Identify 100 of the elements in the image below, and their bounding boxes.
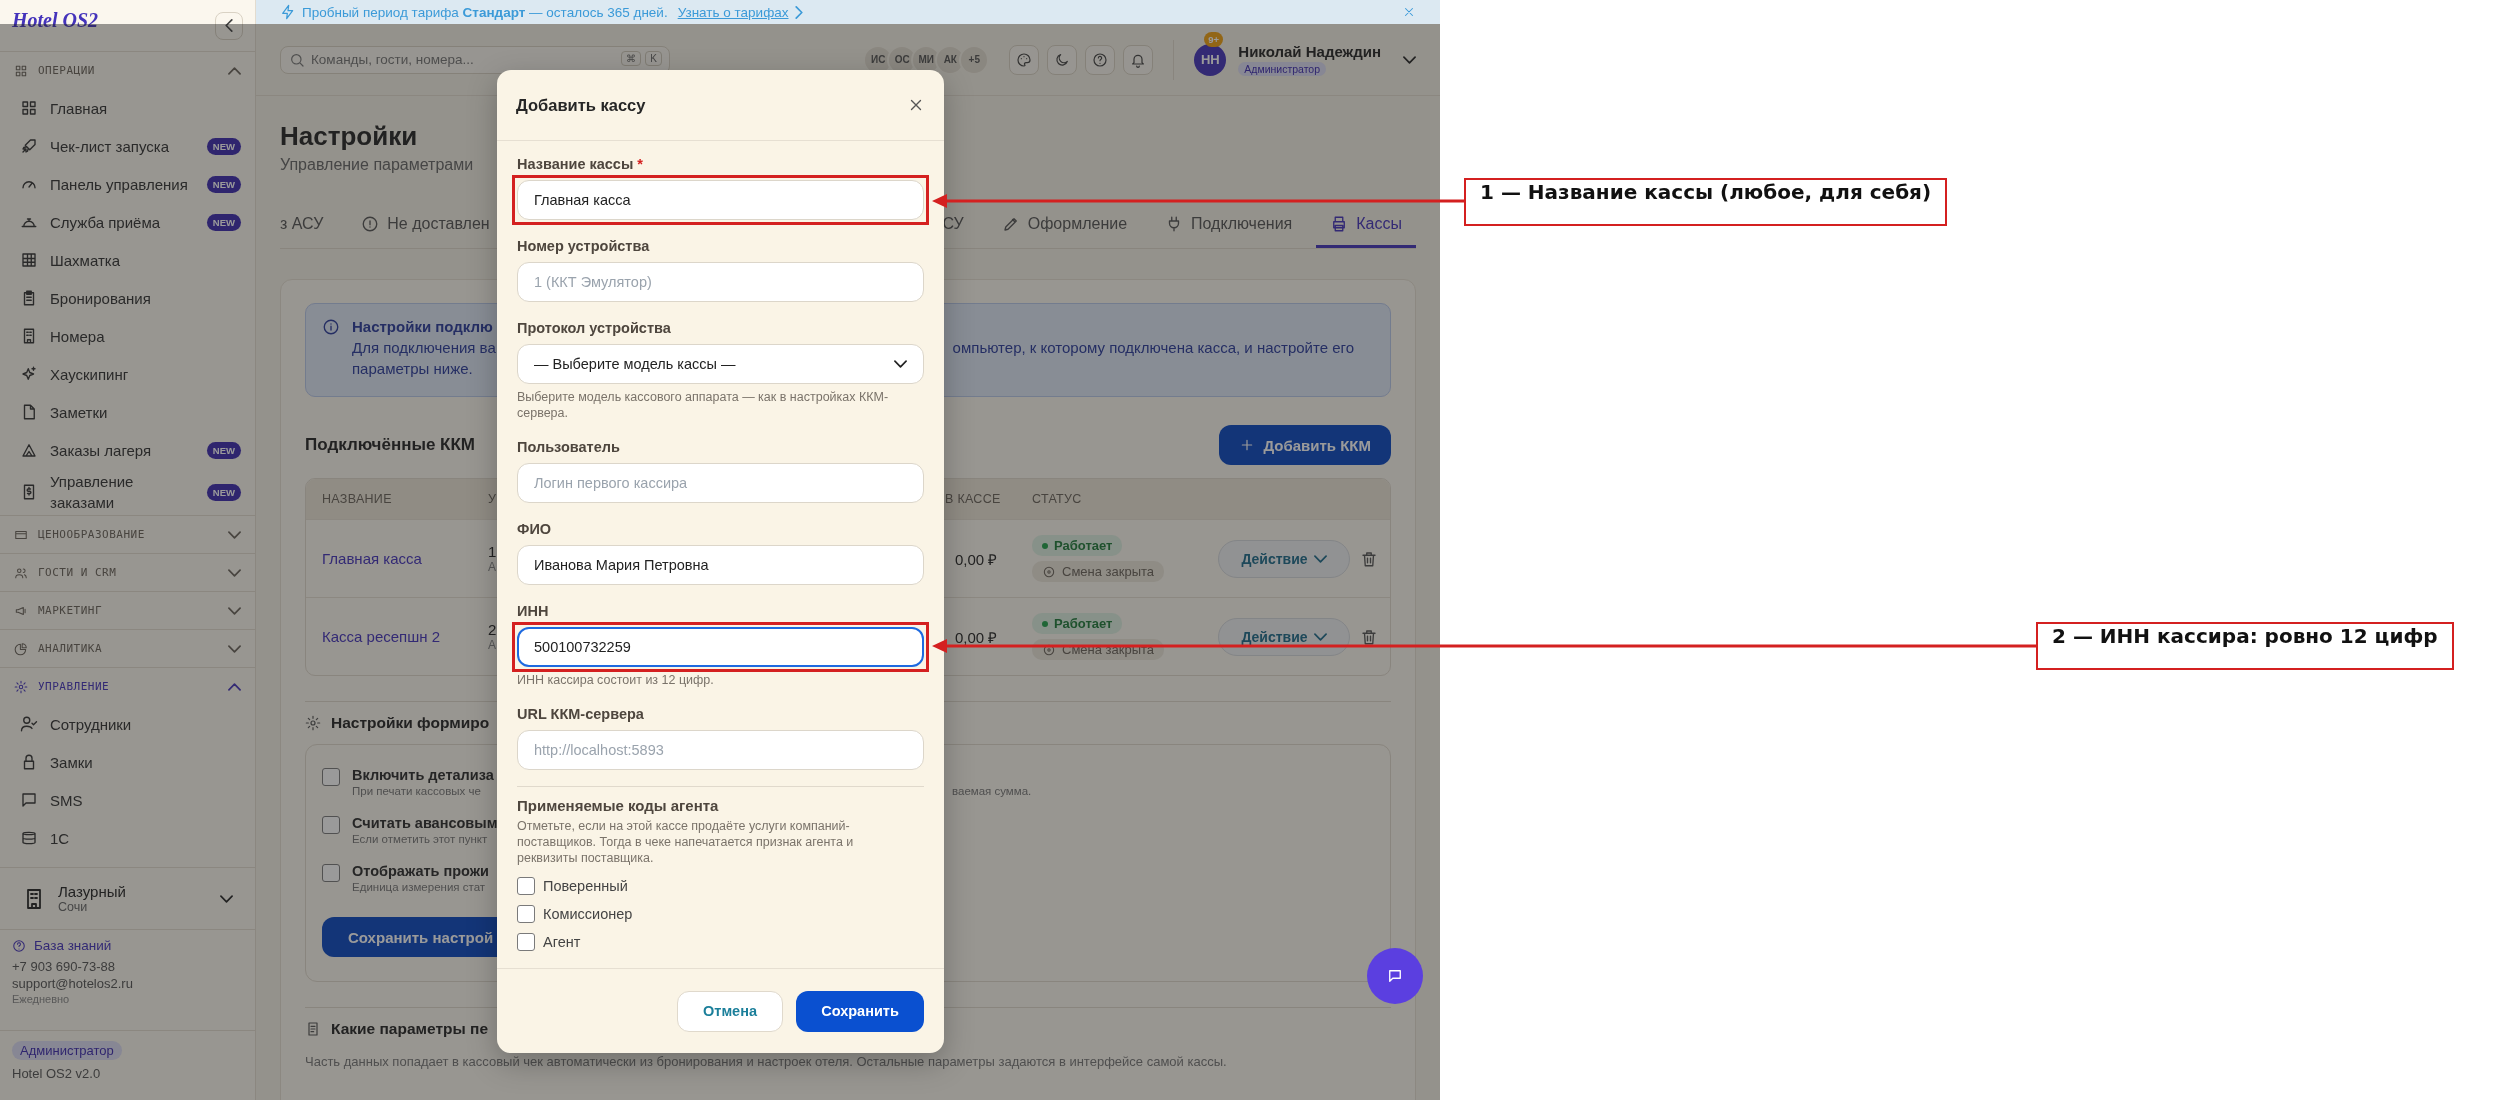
checkbox[interactable] — [517, 933, 535, 951]
column-header: НАЗВАНИЕ — [322, 492, 393, 506]
sidebar-item[interactable]: Сотрудники — [0, 705, 255, 743]
tab[interactable]: Не доставлен — [347, 202, 504, 248]
table-icon — [20, 251, 38, 269]
checkbox[interactable] — [322, 864, 340, 882]
sidebar-item[interactable]: Хаускипинг — [0, 355, 255, 393]
sidebar-item[interactable]: Заметки — [0, 393, 255, 431]
user-avatar[interactable]: НН — [1194, 43, 1227, 76]
column-header: У — [488, 492, 498, 506]
section-description: Отметьте, если на этой кассе продаёте услуги компаний-поставщиков. Тогда в чеке напечатается признак агента и реквизиты поставщика. — [517, 818, 855, 866]
sidebar-item[interactable]: Служба приёма NEW — [0, 203, 255, 241]
sidebar-item[interactable]: 1С — [0, 819, 255, 857]
checkbox[interactable] — [322, 816, 340, 834]
option-hint: ваемая сумма. — [952, 785, 1032, 797]
keyboard-key: K — [645, 50, 662, 66]
palette-icon — [1016, 51, 1033, 68]
tab[interactable]: Кассы — [1316, 202, 1416, 248]
chevron-right-icon — [794, 5, 803, 19]
section-heading: Какие параметры пе — [331, 1020, 489, 1038]
chevron-down-icon — [228, 644, 241, 653]
checkbox[interactable] — [322, 768, 340, 786]
tab[interactable]: з АСУ — [280, 202, 338, 248]
action-dropdown[interactable]: Действие — [1218, 539, 1350, 578]
collapse-button[interactable] — [215, 11, 243, 40]
hotel-selector[interactable]: Лазурный Сочи — [0, 867, 255, 929]
field-label: URL ККМ-сервера — [517, 706, 644, 723]
sidebar-item[interactable]: SMS — [0, 781, 255, 819]
knowledge-base-link[interactable]: База знаний — [12, 938, 112, 953]
chevron-down-icon — [228, 530, 241, 539]
table-cell-text: 0,00 ₽ — [954, 549, 999, 569]
pricing-link[interactable]: Узнать о тарифах — [677, 4, 789, 20]
section-header[interactable]: ЦЕНООБРАЗОВАНИЕ — [0, 516, 255, 553]
tab[interactable]: Оформление — [987, 202, 1142, 248]
sidebar-item[interactable]: Панель управления NEW — [0, 165, 255, 203]
help-icon — [12, 938, 26, 953]
section-heading: Подключённые ККМ — [305, 435, 476, 455]
save-button[interactable]: Сохранить — [796, 990, 924, 1032]
dialog-title: Добавить кассу — [516, 95, 646, 115]
section-header[interactable]: АНАЛИТИКА — [0, 630, 255, 667]
sidebar-item[interactable]: Шахматка — [0, 241, 255, 279]
info-icon — [322, 318, 340, 336]
section-header[interactable]: ГОСТИ И CRM — [0, 554, 255, 591]
notifications-button[interactable] — [1123, 44, 1154, 75]
input-field[interactable]: 500100732259 — [517, 627, 924, 667]
add-kkm-button[interactable]: Добавить ККМ — [1219, 425, 1391, 465]
trash-icon[interactable] — [1360, 627, 1378, 646]
input-field[interactable]: Иванова Мария Петровна — [517, 545, 924, 585]
field-label: ФИО — [517, 521, 552, 538]
checkbox-label: Комиссионер — [543, 906, 633, 922]
palette-button[interactable] — [1009, 44, 1040, 75]
input-field[interactable]: 1 (ККТ Эмулятор) — [517, 262, 924, 302]
cancel-button[interactable]: Отмена — [677, 990, 783, 1032]
chevron-down-icon — [228, 606, 241, 615]
field-hint: Выберите модель кассового аппарата — как в настройках ККМ-сервера. — [517, 389, 890, 421]
section-header[interactable]: ОПЕРАЦИИ — [0, 52, 255, 89]
info-text: Для подключения ва — [352, 338, 496, 358]
input-field[interactable]: Главная касса — [517, 180, 924, 220]
field-label: Протокол устройства — [517, 320, 671, 337]
sidebar-item[interactable]: Чек-лист запуска NEW — [0, 127, 255, 165]
user-avatar[interactable]: +5 — [959, 44, 990, 75]
grid-icon — [20, 99, 38, 117]
section-header[interactable]: УПРАВЛЕНИЕ — [0, 668, 255, 705]
chevron-down-icon — [894, 360, 907, 368]
table-cell: А — [488, 638, 496, 652]
database-icon — [20, 829, 38, 847]
column-header: СТАТУС — [1032, 492, 1083, 506]
pie-chart-icon — [14, 641, 28, 656]
sidebar-item[interactable]: Номера — [0, 317, 255, 355]
banner-text: Пробный период тарифа Стандарт — осталось 365 дней. — [302, 4, 668, 20]
users-icon — [14, 565, 28, 580]
input-field[interactable]: Логин первого кассира — [517, 463, 924, 503]
page-subtitle: Управление параметрами — [280, 156, 474, 174]
checkbox[interactable] — [517, 905, 535, 923]
sidebar-item[interactable]: Заказы лагеря NEW — [0, 431, 255, 469]
chevron-up-icon — [228, 66, 241, 75]
sidebar-item[interactable]: Главная — [0, 89, 255, 127]
sidebar-item[interactable]: Бронирования — [0, 279, 255, 317]
checkbox[interactable] — [517, 877, 535, 895]
register-link[interactable]: Касса ресепшн 2 — [322, 628, 488, 645]
message-icon — [20, 791, 38, 809]
trash-icon[interactable] — [1360, 549, 1378, 568]
input-field[interactable]: http://localhost:5893 — [517, 730, 924, 770]
chat-icon — [1386, 967, 1404, 985]
help-button[interactable] — [1085, 44, 1116, 75]
info-title: Настройки подклю — [352, 317, 493, 337]
user-name: Николай Надеждин — [1238, 43, 1381, 60]
sidebar-item[interactable]: Управление заказами NEW — [0, 469, 255, 515]
column-header: В КАССЕ — [945, 492, 1002, 506]
phone-number: +7 903 690-73-88 — [12, 959, 116, 974]
tab[interactable]: Подключения — [1151, 202, 1307, 248]
document-icon — [305, 1021, 321, 1037]
chevron-down-icon[interactable] — [1403, 55, 1416, 64]
moon-button[interactable] — [1047, 44, 1078, 75]
sidebar-item[interactable]: Замки — [0, 743, 255, 781]
option-hint: Единица измерения стат — [352, 881, 486, 893]
select-field[interactable]: — Выберите модель кассы — — [517, 344, 924, 384]
section-header[interactable]: МАРКЕТИНГ — [0, 592, 255, 629]
register-link[interactable]: Главная касса — [322, 550, 488, 567]
checkbox-label: Агент — [543, 934, 581, 950]
